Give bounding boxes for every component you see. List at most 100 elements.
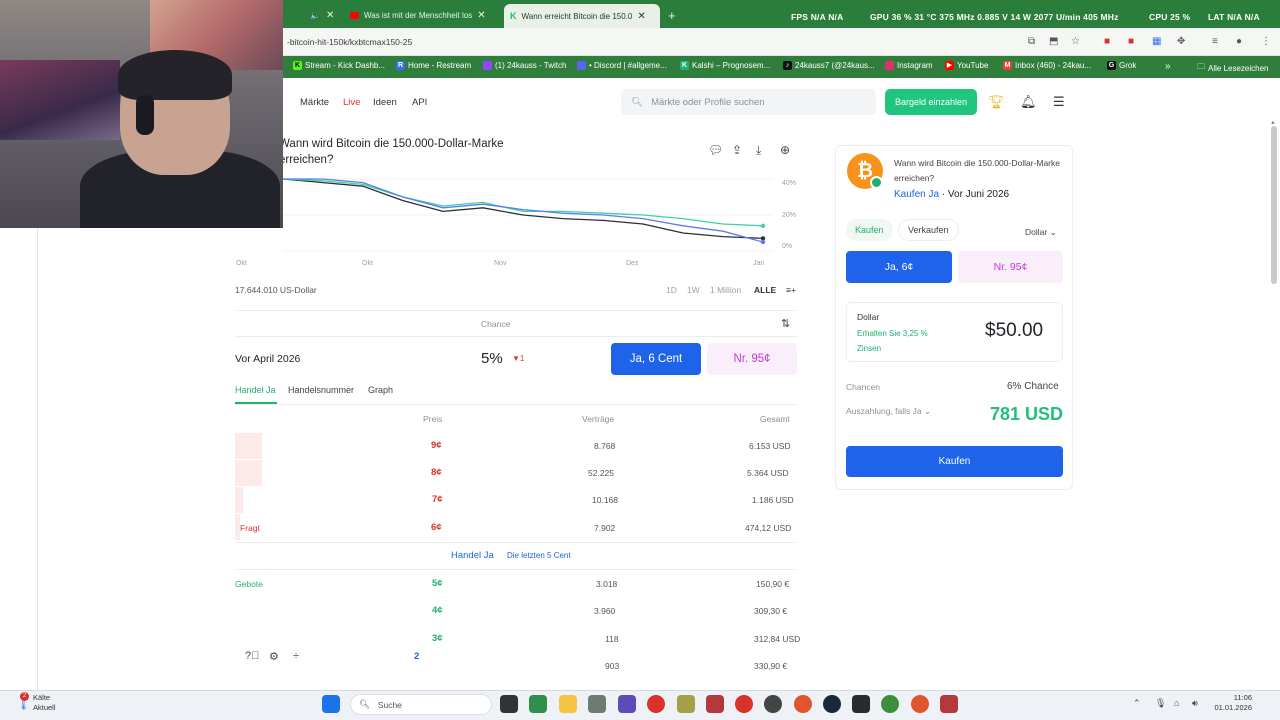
gear-icon[interactable]: ⚙ [269,650,279,663]
close-icon[interactable]: ✕ [320,4,340,26]
hamburger-menu-icon[interactable]: ☰ [1053,94,1065,110]
new-tab-icon[interactable]: + [662,4,682,26]
panel-yes-button[interactable]: Ja, 6¢ [846,251,952,283]
task-view-icon[interactable] [500,695,518,713]
install-icon[interactable]: ⬒ [1049,36,1058,47]
chart-settings-icon[interactable]: ≡+ [786,285,796,295]
ask-price[interactable]: 6¢ [431,522,442,533]
visual-studio-icon[interactable] [618,695,636,713]
range-1d[interactable]: 1D [666,285,677,295]
weather-widget[interactable]: Kälte Aktuell [33,693,56,713]
add-icon[interactable]: ⊕ [780,143,790,157]
volume-icon[interactable]: 🔊︎ [1192,698,1198,709]
tab-youtube[interactable]: Was ist mit der Menschheit los ✕ [344,4,502,26]
bid-price[interactable]: 4¢ [432,605,443,616]
ask-price[interactable]: 9¢ [431,440,442,451]
extension-red-icon[interactable]: ■ [1104,36,1110,47]
tray-expand-icon[interactable]: ⌃ [1133,698,1141,709]
bookmark-restream[interactable]: R Home - Restream [396,61,471,70]
opera-gx-icon[interactable] [647,695,665,713]
menu-dots-icon[interactable]: ⋮ [1261,36,1271,47]
range-all[interactable]: ALLE [754,285,776,295]
buy-button[interactable]: Kaufen [846,446,1063,477]
buy-no-button[interactable]: Nr. 95¢ [707,343,797,375]
file-explorer-icon[interactable] [559,695,577,713]
download-icon[interactable]: ⤓ [756,143,761,158]
url-text[interactable]: -bitcoin-hit-150k/kxbtcmax150-25 [287,37,412,47]
nav-live[interactable]: Live [343,97,360,108]
bell-icon[interactable]: 🔔︎ [1020,94,1037,110]
nav-markets[interactable]: Märkte [300,97,329,108]
buy-yes-button[interactable]: Ja, 6 Cent [611,343,701,375]
obs-icon[interactable] [764,695,782,713]
bid-price[interactable]: 2 [414,651,419,662]
tab-buy[interactable]: Kaufen [846,219,893,241]
tab-trade-yes[interactable]: Handel Ja [235,385,276,395]
windows-start-icon[interactable] [322,695,340,713]
media-icon[interactable]: ≡ [1212,36,1218,47]
all-bookmarks[interactable]: 🗀 Alle Lesezeichen [1197,61,1268,75]
taskbar-search[interactable]: 🔍︎ Suche [350,694,492,715]
trophy-icon[interactable]: 🏆︎ [988,94,1005,110]
bid-price[interactable]: 5¢ [432,578,443,589]
sort-icon[interactable]: ⇅ [781,317,790,330]
search-input[interactable]: 🔍︎ Märkte oder Profile suchen [621,89,876,115]
bookmark-instagram[interactable]: Instagram [885,61,933,70]
range-1w[interactable]: 1W [687,285,700,295]
nav-ideas[interactable]: Ideen [373,97,397,108]
weather-sub: Aktuell [33,703,56,712]
bookmark-tiktok[interactable]: ♪ 24kauss7 (@24kaus... [783,61,875,70]
tab-trade-number[interactable]: Handelsnummer [288,385,354,395]
expand-icon[interactable]: ÷ [293,650,299,662]
translate-icon[interactable]: ⧉ [1028,36,1035,47]
scrollbar-thumb[interactable] [1271,126,1277,284]
currency-select[interactable]: Dollar ⌄ [1025,227,1057,238]
amount-value[interactable]: $50.00 [985,320,1043,342]
star-icon[interactable]: ☆ [1071,36,1080,47]
steam-icon[interactable] [823,695,841,713]
mouse-app-icon[interactable] [588,695,606,713]
network-icon[interactable]: ⌂ [1174,698,1179,708]
opera-icon[interactable] [911,695,929,713]
bookmark-grok[interactable]: G Grok [1107,61,1136,70]
bookmark-discord[interactable]: • Discord | #allgeme... [577,61,667,70]
bookmark-twitch[interactable]: (1) 24kauss - Twitch [483,61,566,70]
microphone-icon[interactable]: 🎙︎ [1155,698,1166,709]
tab-kalshi[interactable]: K Wann erreicht Bitcoin die 150.0 ✕ [504,4,660,28]
comment-icon[interactable]: 💬︎ [708,143,723,157]
tab-close-icon[interactable]: ✕ [637,11,645,22]
share-icon[interactable]: ⇪ [732,143,742,157]
system-clock[interactable]: 11:06 01.01.2026 [1210,693,1252,713]
weather-icon[interactable]: 🌡︎ [18,700,29,711]
record-app-icon[interactable] [735,695,753,713]
bookmark-kick[interactable]: K Stream - Kick Dashb... [293,61,385,70]
profile-icon[interactable]: ● [1236,36,1242,47]
price-chart[interactable] [283,175,803,255]
tab-close-icon[interactable]: ✕ [477,10,485,21]
help-icon[interactable]: ?⃝ [245,650,259,662]
app-orange-icon[interactable] [794,695,812,713]
bookmark-kalshi[interactable]: K Kalshi – Prognosem... [680,61,770,70]
calculator-icon[interactable] [529,695,547,713]
bookmark-gmail[interactable]: M Inbox (460) - 24kau... [1003,61,1091,70]
epic-games-icon[interactable] [852,695,870,713]
game-app-icon[interactable] [706,695,724,713]
chrome-icon[interactable] [881,695,899,713]
chevron-down-icon[interactable]: ⌄ [924,406,931,416]
bid-price[interactable]: 3¢ [432,633,443,644]
nav-api[interactable]: API [412,97,427,108]
extension-calendar-icon[interactable]: ▦ [1152,36,1161,47]
extensions-icon[interactable]: ✥ [1177,36,1185,47]
tab-graph[interactable]: Graph [368,385,393,395]
panel-no-button[interactable]: Nr. 95¢ [958,251,1063,283]
ask-price[interactable]: 7¢ [432,494,443,505]
bookmarks-more[interactable]: » [1165,61,1171,72]
range-1m[interactable]: 1 Million [710,285,741,295]
bookmark-youtube[interactable]: ▶ YouTube [945,61,988,70]
ask-price[interactable]: 8¢ [431,467,442,478]
tab-sell[interactable]: Verkaufen [898,219,959,241]
deposit-button[interactable]: Bargeld einzahlen [885,89,977,115]
extension-record-icon[interactable]: ■ [1128,36,1134,47]
stream-app-icon[interactable] [940,695,958,713]
minecraft-icon[interactable] [677,695,695,713]
